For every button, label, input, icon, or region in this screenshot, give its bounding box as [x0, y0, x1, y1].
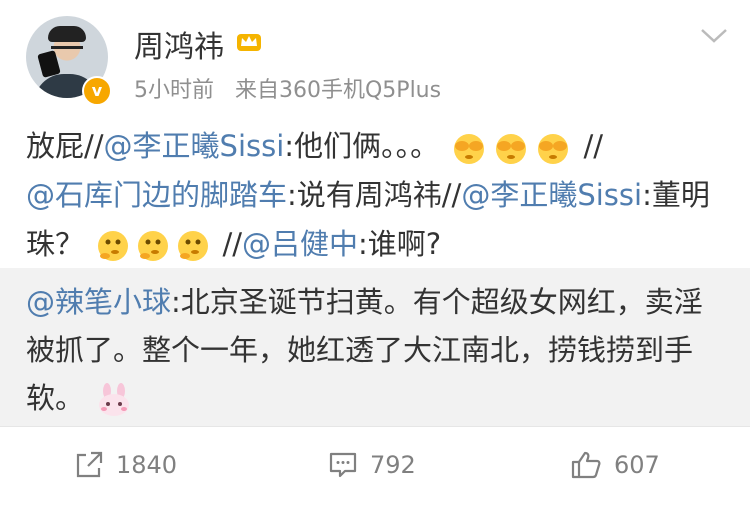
see-no-evil-emoji [538, 134, 569, 164]
post-time: 5小时前 [134, 78, 214, 103]
mention-link[interactable]: @李正曦Sissi [104, 129, 285, 163]
repost-count: 1840 [116, 451, 178, 479]
see-no-evil-emoji [496, 134, 527, 164]
like-icon [571, 451, 601, 479]
text-segment: 放屁// [26, 129, 104, 163]
thinking-face-emoji [98, 231, 129, 261]
post-header: v 周鸿祎 5小时前 来自360手机Q5Plus [0, 0, 750, 112]
like-button[interactable]: 607 [570, 445, 660, 485]
comment-icon [329, 452, 357, 478]
post-meta: 5小时前 来自360手机Q5Plus [134, 72, 441, 104]
action-bar: 1840 792 607 [0, 427, 750, 508]
thinking-face-emoji [138, 231, 169, 261]
crown-icon [237, 34, 261, 51]
reposted-post[interactable]: @辣笔小球:北京圣诞节扫黄。有个超级女网红，卖淫被抓了。整个一年，她红透了大江南… [0, 268, 750, 426]
like-count: 607 [614, 451, 660, 479]
post-source: 来自360手机Q5Plus [235, 78, 442, 103]
mention-link[interactable]: @吕健中 [242, 227, 358, 261]
comment-count: 792 [370, 451, 416, 479]
mention-link[interactable]: @李正曦Sissi [461, 178, 642, 212]
text-segment: :谁啊? [358, 227, 442, 261]
mention-link[interactable]: @石库门边的脚踏车 [26, 178, 287, 212]
verified-badge: v [82, 76, 112, 106]
comment-button[interactable]: 792 [328, 445, 416, 485]
repost-button[interactable]: 1840 [74, 445, 177, 485]
post-content: 放屁//@李正曦Sissi:他们俩。。。 // @石库门边的脚踏车:说有周鸿祎/… [26, 122, 726, 269]
chevron-down-icon[interactable] [700, 28, 728, 44]
mention-link[interactable]: @辣笔小球 [26, 285, 171, 319]
rabbit-emoji [99, 383, 130, 416]
text-segment: // [574, 129, 604, 163]
text-segment: :说有周鸿祎// [287, 178, 462, 212]
username[interactable]: 周鸿祎 [134, 22, 224, 66]
repost-text: @辣笔小球:北京圣诞节扫黄。有个超级女网红，卖淫被抓了。整个一年，她红透了大江南… [26, 278, 726, 422]
see-no-evil-emoji [454, 134, 485, 164]
thinking-face-emoji [178, 231, 209, 261]
text-segment: // [213, 227, 242, 261]
repost-icon [76, 451, 103, 478]
text-segment: :他们俩。。。 [284, 129, 440, 163]
